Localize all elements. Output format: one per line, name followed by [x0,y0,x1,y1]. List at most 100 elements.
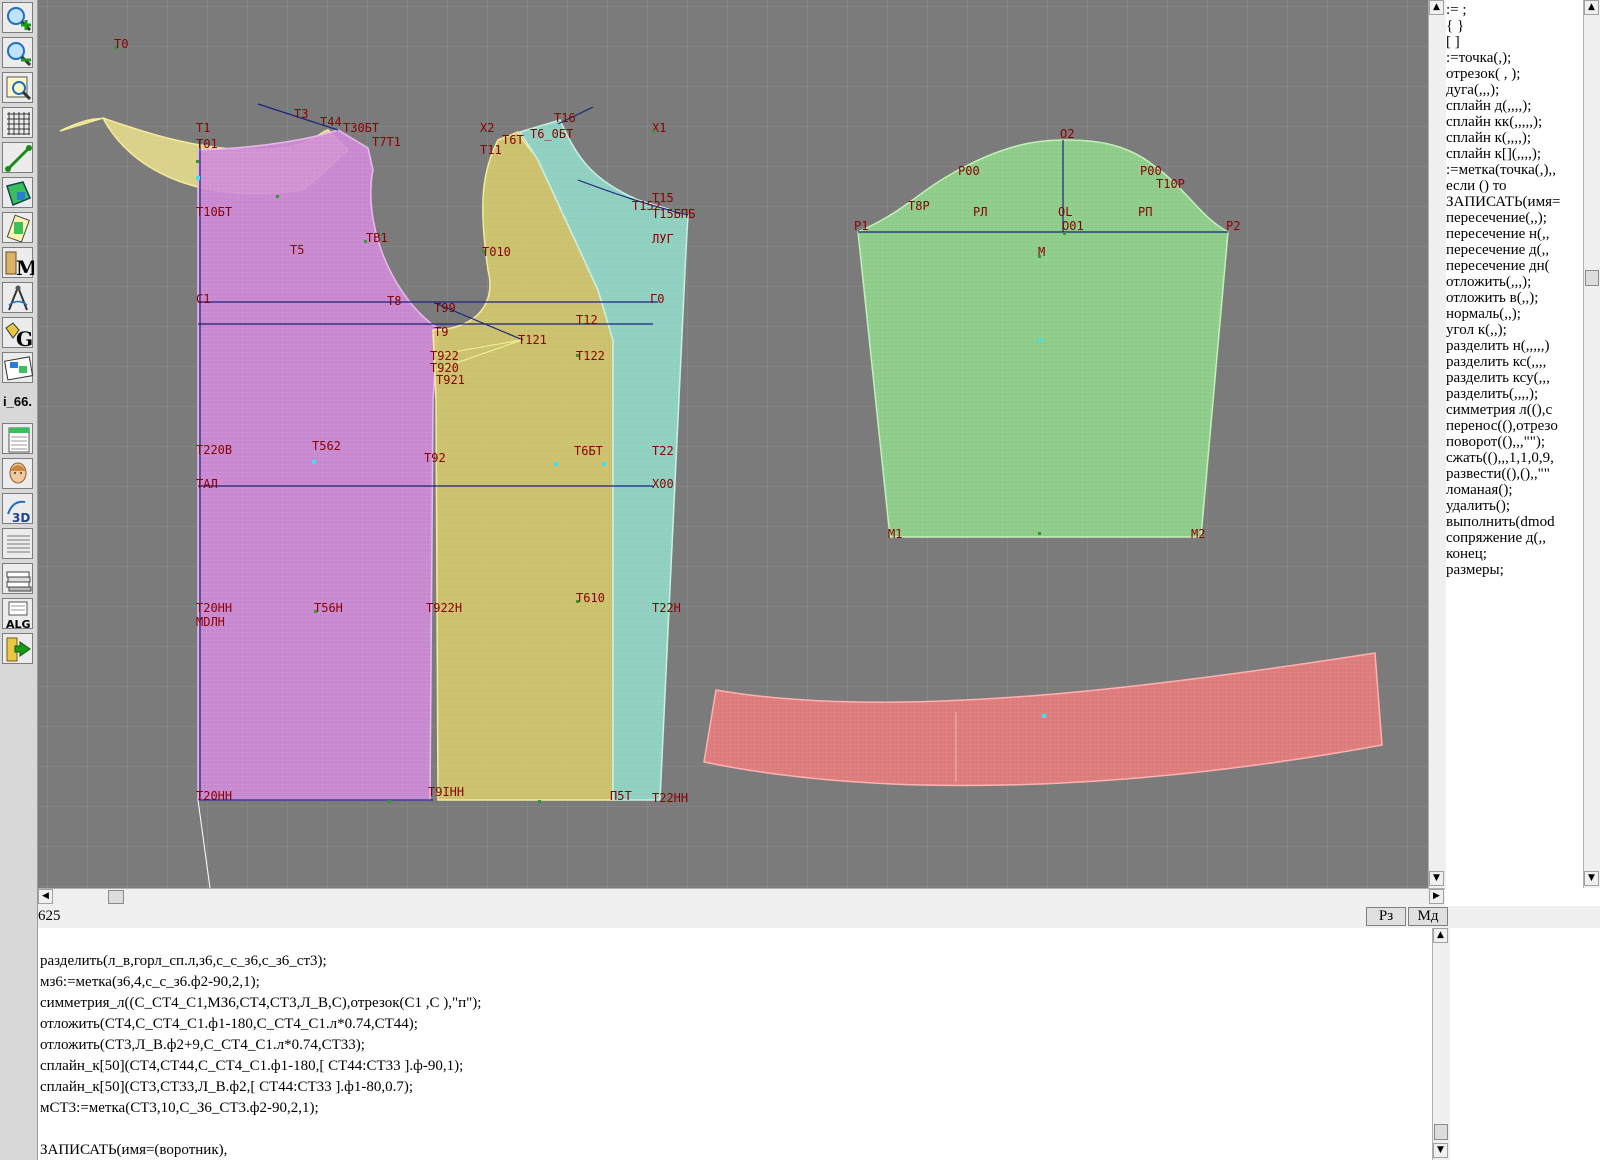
scroll-up-icon[interactable]: ▲ [1429,0,1444,15]
status-value: 625 [38,908,61,924]
md-button[interactable]: Мд [1408,907,1448,926]
drawing-canvas[interactable]: T0 T1 T01 T3 T44 T30БТ T7T1 T10БТ T5 TB1… [38,0,1428,888]
mannequin-face-icon[interactable] [2,458,33,489]
scroll-down-icon[interactable]: ▼ [1429,871,1444,886]
zoom-window-icon[interactable] [2,72,33,103]
canvas-horizontal-scrollbar[interactable]: ◀ ▶ [38,888,1445,906]
command-item[interactable]: пересечение(,,); [1446,210,1547,226]
rz-button[interactable]: Рз [1366,907,1406,926]
book-stack-icon[interactable] [2,563,33,594]
command-item[interactable]: перенос((),отрезо [1446,418,1558,434]
zoom-in-icon[interactable] [2,2,33,33]
point-label: T562 [312,439,341,453]
point-label: PП [1138,205,1152,219]
command-item[interactable]: ломаная(); [1446,482,1513,498]
scroll-down-icon[interactable]: ▼ [1433,1143,1448,1158]
command-item[interactable]: размеры; [1446,562,1504,578]
command-item[interactable]: :=точка(,); [1446,50,1511,66]
command-item[interactable]: поворот((),,,""); [1446,434,1545,450]
editor-line[interactable]: отложить(СТ3,Л_В.ф2+9,С_СТ4_С1.л*0.74,СТ… [40,1035,365,1056]
canvas-vertical-scrollbar[interactable]: ▲ ▼ [1428,0,1446,888]
editor-line[interactable]: мСТ3:=метка(СТ3,10,С_З6_СТ3.ф2-90,2,1); [40,1098,319,1119]
point-label: M1 [888,527,902,541]
point-label: T220B [196,443,232,457]
editor-line[interactable]: разделить(л_в,горл_сп.л,з6,с_с_з6,с_з6_с… [40,951,327,972]
command-item[interactable]: разделить ксу(,,, [1446,370,1550,386]
algorithm-alg-icon[interactable]: ALG [2,598,33,630]
command-item[interactable]: развести((),(),,"" [1446,466,1550,482]
point-label: T99 [434,301,456,315]
editor-line[interactable]: сплайн_к[50](СТ4,СТ44,С_СТ4_С1.ф1-180,[ … [40,1056,463,1077]
point-label: T22 [652,444,674,458]
point-label: T921 [436,373,465,387]
scroll-up-icon[interactable]: ▲ [1433,928,1448,943]
command-item[interactable]: разделить кс(,,,, [1446,354,1546,370]
compass-icon[interactable] [2,282,33,313]
point-label: P2 [1226,219,1240,233]
segment-tool-icon[interactable] [2,142,33,173]
command-item[interactable]: угол к(,,); [1446,322,1507,338]
command-item[interactable]: нормаль(,,); [1446,306,1521,322]
scroll-thumb[interactable] [1585,270,1599,286]
command-item[interactable]: удалить(); [1446,498,1510,514]
command-item[interactable]: := ; [1446,2,1467,18]
script-editor[interactable]: разделить(л_в,горл_сп.л,з6,с_с_з6,с_з6_с… [38,928,1431,1160]
tag-tool-icon[interactable] [2,212,33,243]
command-item[interactable]: пересечение д(,, [1446,242,1549,258]
document-lines-icon[interactable] [2,528,33,559]
command-item[interactable]: ЗАПИСАТЬ(имя= [1446,194,1560,210]
scroll-thumb[interactable] [1434,1124,1448,1140]
command-item[interactable]: выполнить(dmod [1446,514,1555,530]
measure-m-icon[interactable]: M [2,247,34,279]
scroll-up-icon[interactable]: ▲ [1584,0,1599,15]
point-label: M2 [1191,527,1205,541]
scroll-left-icon[interactable]: ◀ [38,889,53,904]
command-item[interactable]: [ ] [1446,34,1460,50]
command-item[interactable]: разделить(,,,,); [1446,386,1538,402]
zoom-out-icon[interactable] [2,37,33,68]
command-item[interactable]: сплайн д(,,,,); [1446,98,1531,114]
editor-line[interactable]: отложить(СТ4,С_СТ4_С1.ф1-180,С_СТ4_С1.л*… [40,1014,418,1035]
point-label: ЛУГ [652,232,674,246]
command-item[interactable]: разделить н(,,,,,) [1446,338,1550,354]
point-label: X2 [480,121,494,135]
command-item[interactable]: отложить в(,,); [1446,290,1538,306]
command-list[interactable]: := ;{ }[ ]:=точка(,); отрезок( , ); дуга(,… [1446,0,1600,888]
command-item[interactable]: { } [1446,18,1464,34]
command-item[interactable]: сплайн кк(,,,,,); [1446,114,1542,130]
command-item[interactable]: пересечение н(,, [1446,226,1550,242]
command-item[interactable]: сплайн к[](,,,,); [1446,146,1541,162]
grading-g-icon[interactable]: G [2,317,33,349]
svg-text:ALG: ALG [6,618,31,630]
command-item[interactable]: сжать((),,,1,1,0,9, [1446,450,1554,466]
scroll-down-icon[interactable]: ▼ [1584,871,1599,886]
exit-icon[interactable] [2,633,33,664]
command-item[interactable]: :=метка(точка(,),, [1446,162,1556,178]
command-list-scrollbar[interactable]: ▲ ▼ [1583,0,1600,888]
command-item[interactable]: пересечение дн( [1446,258,1550,274]
command-item[interactable]: конец; [1446,546,1487,562]
command-item[interactable]: отложить(,,,); [1446,274,1531,290]
command-item[interactable]: дуга(,,,); [1446,82,1499,98]
point-label: T121 [518,333,547,347]
scroll-right-icon[interactable]: ▶ [1429,889,1444,904]
scroll-thumb[interactable] [108,890,124,904]
layout-sheet-icon[interactable] [2,352,34,383]
command-item[interactable]: если () то [1446,178,1507,194]
editor-line[interactable]: симметрия_л((С_СТ4_С1,МЗ6,СТ4,СТ3,Л_В,С)… [40,993,481,1014]
3d-view-icon[interactable]: 3D [2,493,33,525]
point-label: T15БПБ [652,207,695,221]
editor-line[interactable]: мз6:=метка(з6,4,с_с_з6.ф2-90,2,1); [40,972,260,993]
command-item[interactable]: симметрия л((),с [1446,402,1552,418]
command-item[interactable]: отрезок( , ); [1446,66,1520,82]
editor-scrollbar[interactable]: ▲ ▼ [1432,928,1450,1160]
pattern-piece-icon[interactable] [2,177,33,208]
command-item[interactable]: сопряжение д(,, [1446,530,1546,546]
table-icon[interactable] [2,423,33,454]
svg-text:G: G [16,327,33,349]
pattern-drawing[interactable]: T0 T1 T01 T3 T44 T30БТ T7T1 T10БТ T5 TB1… [38,0,1428,888]
command-item[interactable]: сплайн к(,,,,); [1446,130,1531,146]
editor-line[interactable]: ЗАПИСАТЬ(имя=(воротник), [40,1140,227,1160]
grid-icon[interactable] [2,107,33,138]
editor-line[interactable]: сплайн_к[50](СТ3,СТ33,Л_В.ф2,[ СТ44:СТ33… [40,1077,413,1098]
